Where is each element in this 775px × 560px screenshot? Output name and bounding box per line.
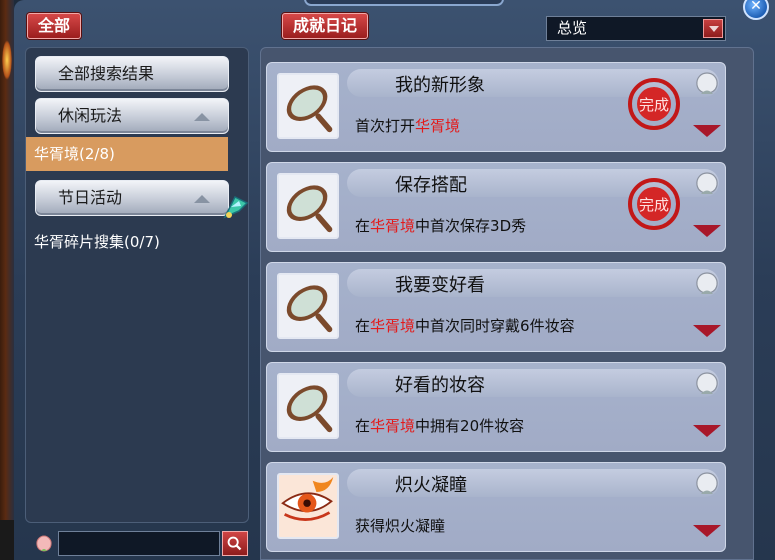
fire-eye-icon bbox=[277, 473, 339, 539]
peach-icon bbox=[696, 272, 718, 294]
achievement-title: 我要变好看 bbox=[395, 275, 485, 296]
mirror-icon-art bbox=[286, 85, 333, 133]
achievement-card[interactable]: 保存搭配 在华胥境中首次保存3D秀 完成 bbox=[266, 162, 726, 252]
category-festival-label: 节日活动 bbox=[58, 188, 123, 207]
all-button[interactable]: 全部 bbox=[27, 13, 82, 39]
jade-flag-icon bbox=[223, 195, 249, 219]
category-leisure[interactable]: 休闲玩法 bbox=[35, 98, 229, 134]
search-bar bbox=[34, 531, 249, 556]
mirror-icon-art bbox=[286, 185, 333, 233]
achievement-desc: 在华胥境中首次保存3D秀 bbox=[355, 217, 527, 235]
completed-stamp-icon: 完成 bbox=[628, 78, 680, 130]
achievement-window: ✕ 全部 成就日记 总览 全部搜索结果 休闲玩法 华胥境(2/8) 节日活动 华… bbox=[14, 0, 775, 560]
category-all-results[interactable]: 全部搜索结果 bbox=[35, 56, 229, 92]
overview-select[interactable]: 总览 bbox=[546, 16, 726, 41]
completed-stamp-icon: 完成 bbox=[628, 178, 680, 230]
category-huaxu-selected[interactable]: 华胥境(2/8) bbox=[26, 137, 228, 171]
achievement-desc: 在华胥境中拥有20件妆容 bbox=[355, 417, 525, 435]
peach-icon bbox=[696, 372, 718, 394]
stamp-text: 完成 bbox=[639, 96, 669, 114]
achievement-desc: 获得炽火凝瞳 bbox=[355, 517, 446, 535]
expand-arrow-icon[interactable] bbox=[693, 325, 721, 337]
peach-icon bbox=[696, 72, 718, 94]
search-input[interactable] bbox=[58, 531, 220, 556]
peach-icon bbox=[36, 535, 52, 552]
expand-arrow-icon[interactable] bbox=[693, 425, 721, 437]
category-panel: 全部搜索结果 休闲玩法 华胥境(2/8) 节日活动 华胥碎片搜集(0/7) bbox=[25, 47, 249, 523]
category-festival[interactable]: 节日活动 bbox=[35, 180, 229, 216]
stamp-text: 完成 bbox=[639, 196, 669, 214]
collapse-icon bbox=[194, 195, 210, 203]
diary-button[interactable]: 成就日记 bbox=[282, 13, 369, 39]
achievement-list: 我的新形象 首次打开华胥境 完成 保存搭配 在华胥境中首次保存3D秀 完成 我要… bbox=[260, 47, 754, 560]
mirror-icon bbox=[277, 173, 339, 239]
background-strip bbox=[0, 520, 14, 560]
achievement-card[interactable]: 好看的妆容 在华胥境中拥有20件妆容 bbox=[266, 362, 726, 452]
expand-arrow-icon[interactable] bbox=[693, 125, 721, 137]
achievement-card[interactable]: 炽火凝瞳 获得炽火凝瞳 bbox=[266, 462, 726, 552]
mirror-icon bbox=[277, 273, 339, 339]
category-fragments[interactable]: 华胥碎片搜集(0/7) bbox=[34, 231, 160, 252]
achievement-desc: 首次打开华胥境 bbox=[355, 117, 461, 135]
achievement-title: 好看的妆容 bbox=[395, 375, 485, 396]
expand-arrow-icon[interactable] bbox=[693, 525, 721, 537]
background-glow bbox=[2, 40, 12, 80]
background-edge bbox=[0, 0, 14, 560]
achievement-title: 我的新形象 bbox=[395, 75, 485, 96]
achievement-desc: 在华胥境中首次同时穿戴6件妆容 bbox=[355, 317, 575, 335]
mirror-icon bbox=[277, 373, 339, 439]
achievement-card[interactable]: 我要变好看 在华胥境中首次同时穿戴6件妆容 bbox=[266, 262, 726, 352]
close-button[interactable]: ✕ bbox=[743, 0, 769, 20]
mirror-icon-art bbox=[286, 285, 333, 333]
search-icon bbox=[227, 536, 242, 551]
peach-icon bbox=[696, 172, 718, 194]
achievement-title: 炽火凝瞳 bbox=[395, 475, 467, 496]
mirror-icon-art bbox=[286, 385, 333, 433]
category-leisure-label: 休闲玩法 bbox=[58, 106, 123, 125]
achievement-title: 保存搭配 bbox=[395, 175, 467, 196]
peach-icon bbox=[696, 472, 718, 494]
chevron-down-icon[interactable] bbox=[703, 19, 723, 38]
search-button[interactable] bbox=[222, 531, 248, 556]
fire-eye-icon-art bbox=[281, 477, 334, 521]
achievement-card[interactable]: 我的新形象 首次打开华胥境 完成 bbox=[266, 62, 726, 152]
expand-arrow-icon[interactable] bbox=[693, 225, 721, 237]
window-title-ornament bbox=[304, 0, 504, 6]
collapse-icon bbox=[194, 113, 210, 121]
overview-select-value: 总览 bbox=[557, 19, 588, 37]
mirror-icon bbox=[277, 73, 339, 139]
